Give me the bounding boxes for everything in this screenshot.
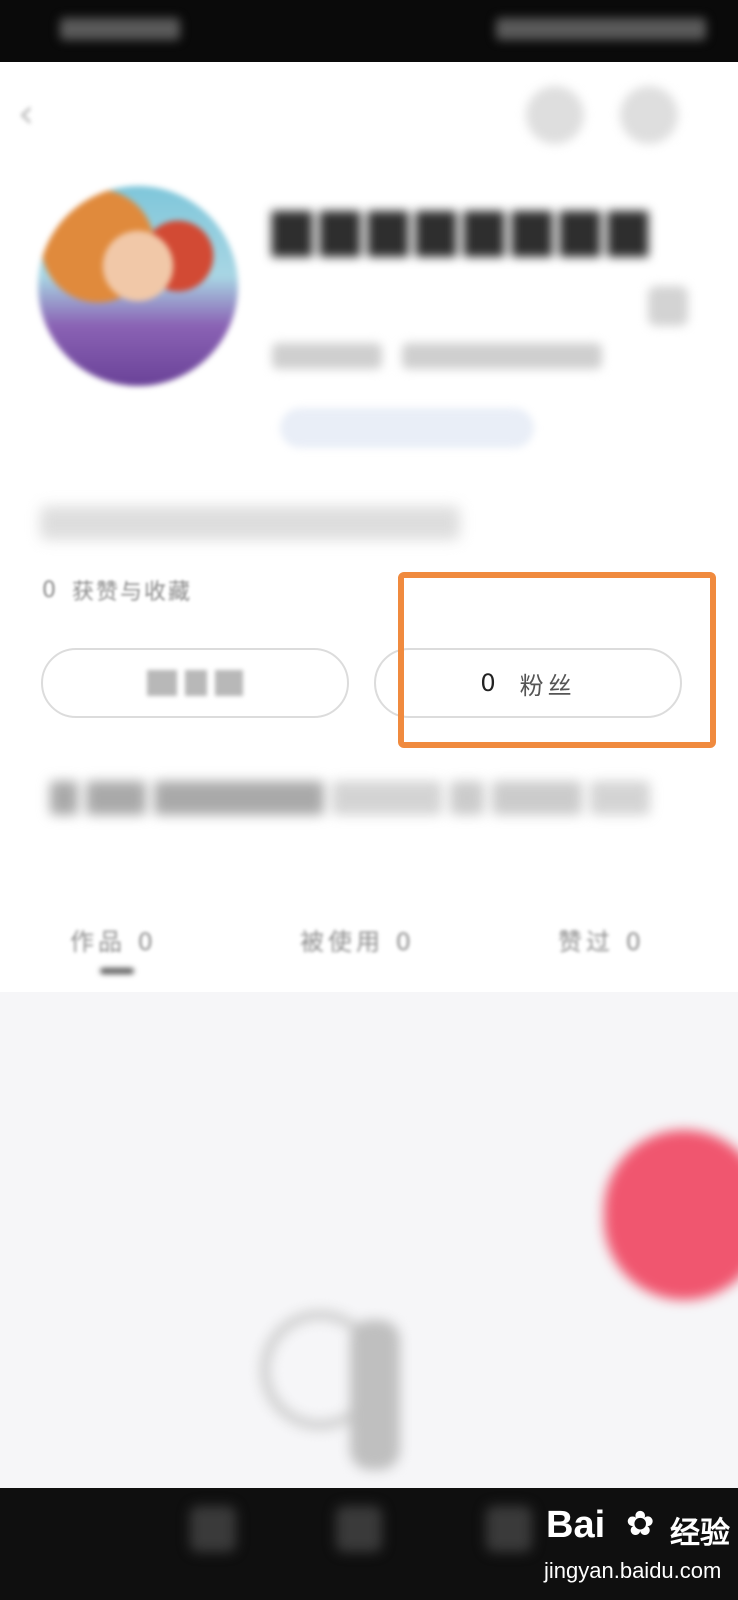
active-tab-indicator bbox=[100, 968, 134, 974]
avatar[interactable] bbox=[38, 186, 238, 386]
likes-and-collections[interactable]: 0 获赞与收藏 bbox=[42, 570, 192, 610]
profile-nickname-blurred: ▆▆▆▆▆▆▆▆ bbox=[272, 197, 656, 257]
status-right-icons bbox=[496, 18, 706, 40]
profile-bio-blurred bbox=[40, 506, 460, 540]
status-bar bbox=[0, 0, 738, 62]
back-icon[interactable]: ‹ bbox=[18, 92, 58, 136]
status-left-info bbox=[60, 18, 180, 40]
fans-label: 粉丝 bbox=[519, 671, 576, 700]
tab-used-count: 0 bbox=[395, 928, 415, 956]
tab-used[interactable]: 被使用 0 bbox=[300, 922, 415, 957]
profile-tag[interactable] bbox=[280, 408, 534, 448]
share-icon[interactable] bbox=[620, 86, 678, 144]
following-text-pixelated-2 bbox=[185, 670, 207, 696]
tab-works[interactable]: 作品 0 bbox=[70, 922, 157, 957]
tab-works-count: 0 bbox=[137, 928, 157, 956]
tab-works-label: 作品 bbox=[70, 928, 126, 956]
likes-count: 0 bbox=[42, 577, 58, 603]
following-button[interactable] bbox=[41, 648, 349, 718]
settings-icon[interactable] bbox=[526, 86, 584, 144]
tab-used-label: 被使用 bbox=[300, 928, 384, 956]
following-text-pixelated bbox=[147, 670, 177, 696]
person-figure bbox=[350, 1320, 400, 1470]
watermark-logo: Bai bbox=[546, 1504, 606, 1546]
fans-count: 0 bbox=[480, 669, 496, 697]
qr-code-icon[interactable] bbox=[648, 286, 688, 326]
nav-back-icon[interactable] bbox=[190, 1506, 236, 1552]
tab-liked[interactable]: 赞过 0 bbox=[558, 922, 645, 957]
likes-label: 获赞与收藏 bbox=[72, 580, 193, 605]
tab-liked-count: 0 bbox=[625, 928, 645, 956]
profile-description-blurred bbox=[50, 770, 690, 826]
empty-state-illustration bbox=[250, 1300, 450, 1480]
profile-id-blurred bbox=[272, 338, 632, 374]
watermark-url: jingyan.baidu.com bbox=[544, 1558, 722, 1583]
nav-home-icon[interactable] bbox=[336, 1506, 382, 1552]
following-text-pixelated-3 bbox=[215, 670, 243, 696]
tab-liked-label: 赞过 bbox=[558, 928, 614, 956]
watermark-logo-suffix: 经验 bbox=[670, 1516, 730, 1551]
paw-icon: ✿ bbox=[626, 1504, 655, 1544]
baidu-watermark: Bai ✿ 经验 jingyan.baidu.com bbox=[540, 1500, 738, 1596]
fans-button[interactable]: 0 粉丝 bbox=[374, 648, 682, 718]
nav-recents-icon[interactable] bbox=[486, 1506, 532, 1552]
